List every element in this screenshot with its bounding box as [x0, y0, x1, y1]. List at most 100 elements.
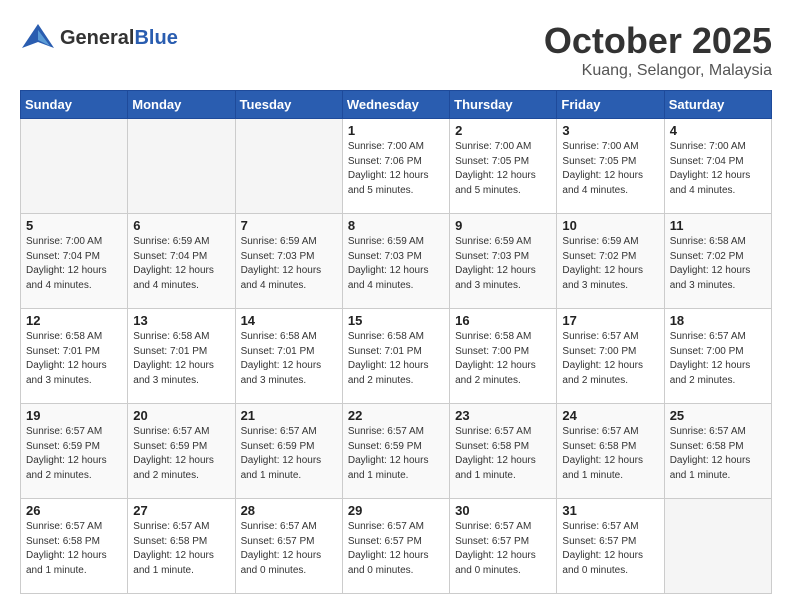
day-number: 5: [26, 218, 122, 233]
week-row-1: 1 Sunrise: 7:00 AMSunset: 7:06 PMDaylight…: [21, 119, 772, 214]
calendar-cell: [128, 119, 235, 214]
calendar-cell: 14Sunrise: 6:58 AMSunset: 7:01 PMDayligh…: [235, 309, 342, 404]
day-number: 1: [348, 123, 444, 138]
calendar-cell: 10Sunrise: 6:59 AMSunset: 7:02 PMDayligh…: [557, 214, 664, 309]
day-info: Sunrise: 6:57 AMSunset: 6:58 PMDaylight:…: [670, 425, 766, 483]
day-number: 6: [133, 218, 229, 233]
calendar: SundayMondayTuesdayWednesdayThursdayFrid…: [20, 90, 772, 594]
day-number: 28: [241, 503, 337, 518]
day-info: Sunrise: 6:59 AMSunset: 7:03 PMDaylight:…: [348, 235, 444, 293]
day-info: Sunrise: 6:57 AMSunset: 6:59 PMDaylight:…: [241, 425, 337, 483]
day-number: 26: [26, 503, 122, 518]
day-info: Sunrise: 7:00 AMSunset: 7:04 PMDaylight:…: [670, 140, 766, 198]
day-info: Sunrise: 6:58 AMSunset: 7:02 PMDaylight:…: [670, 235, 766, 293]
day-info: Sunrise: 7:00 AMSunset: 7:06 PMDaylight:…: [348, 140, 444, 198]
day-info: Sunrise: 6:57 AMSunset: 6:59 PMDaylight:…: [26, 425, 122, 483]
day-number: 12: [26, 313, 122, 328]
calendar-cell: 23Sunrise: 6:57 AMSunset: 6:58 PMDayligh…: [450, 404, 557, 499]
day-number: 29: [348, 503, 444, 518]
day-number: 4: [670, 123, 766, 138]
weekday-header-row: SundayMondayTuesdayWednesdayThursdayFrid…: [21, 91, 772, 119]
weekday-header-thursday: Thursday: [450, 91, 557, 119]
month-title: October 2025: [544, 20, 772, 62]
calendar-cell: 30 Sunrise: 6:57 AMSunset: 6:57 PMDayligh…: [450, 499, 557, 594]
day-number: 30: [455, 503, 551, 518]
logo-blue: Blue: [134, 27, 177, 49]
weekday-header-wednesday: Wednesday: [342, 91, 449, 119]
calendar-cell: 25 Sunrise: 6:57 AMSunset: 6:58 PMDayligh…: [664, 404, 771, 499]
logo-text: GeneralBlue: [60, 27, 178, 49]
weekday-header-sunday: Sunday: [21, 91, 128, 119]
day-info: Sunrise: 6:57 AMSunset: 7:00 PMDaylight:…: [562, 330, 658, 388]
day-number: 25: [670, 408, 766, 423]
day-info: Sunrise: 6:57 AMSunset: 6:58 PMDaylight:…: [133, 520, 229, 578]
day-info: Sunrise: 6:57 AMSunset: 6:59 PMDaylight:…: [133, 425, 229, 483]
calendar-cell: 1 Sunrise: 7:00 AMSunset: 7:06 PMDaylight…: [342, 119, 449, 214]
calendar-cell: 2 Sunrise: 7:00 AMSunset: 7:05 PMDaylight…: [450, 119, 557, 214]
day-number: 19: [26, 408, 122, 423]
calendar-cell: 22Sunrise: 6:57 AMSunset: 6:59 PMDayligh…: [342, 404, 449, 499]
calendar-cell: 29 Sunrise: 6:57 AMSunset: 6:57 PMDayligh…: [342, 499, 449, 594]
day-info: Sunrise: 6:57 AMSunset: 6:57 PMDaylight:…: [241, 520, 337, 578]
calendar-cell: 20Sunrise: 6:57 AMSunset: 6:59 PMDayligh…: [128, 404, 235, 499]
calendar-cell: 11 Sunrise: 6:58 AMSunset: 7:02 PMDayligh…: [664, 214, 771, 309]
calendar-cell: 13Sunrise: 6:58 AMSunset: 7:01 PMDayligh…: [128, 309, 235, 404]
calendar-cell: 7 Sunrise: 6:59 AMSunset: 7:03 PMDaylight…: [235, 214, 342, 309]
logo: GeneralBlue: [20, 20, 178, 56]
location-title: Kuang, Selangor, Malaysia: [544, 62, 772, 80]
day-number: 18: [670, 313, 766, 328]
day-number: 8: [348, 218, 444, 233]
weekday-header-monday: Monday: [128, 91, 235, 119]
day-number: 27: [133, 503, 229, 518]
day-number: 2: [455, 123, 551, 138]
calendar-cell: 21Sunrise: 6:57 AMSunset: 6:59 PMDayligh…: [235, 404, 342, 499]
day-number: 24: [562, 408, 658, 423]
calendar-cell: 3 Sunrise: 7:00 AMSunset: 7:05 PMDaylight…: [557, 119, 664, 214]
day-info: Sunrise: 6:57 AMSunset: 6:57 PMDaylight:…: [348, 520, 444, 578]
logo-icon: [20, 20, 56, 56]
day-info: Sunrise: 6:57 AMSunset: 6:58 PMDaylight:…: [26, 520, 122, 578]
calendar-cell: 24Sunrise: 6:57 AMSunset: 6:58 PMDayligh…: [557, 404, 664, 499]
calendar-cell: 8 Sunrise: 6:59 AMSunset: 7:03 PMDaylight…: [342, 214, 449, 309]
calendar-cell: [235, 119, 342, 214]
day-info: Sunrise: 7:00 AMSunset: 7:05 PMDaylight:…: [562, 140, 658, 198]
day-info: Sunrise: 7:00 AMSunset: 7:05 PMDaylight:…: [455, 140, 551, 198]
calendar-cell: 27 Sunrise: 6:57 AMSunset: 6:58 PMDayligh…: [128, 499, 235, 594]
day-info: Sunrise: 6:59 AMSunset: 7:02 PMDaylight:…: [562, 235, 658, 293]
calendar-cell: 16 Sunrise: 6:58 AMSunset: 7:00 PMDayligh…: [450, 309, 557, 404]
weekday-header-saturday: Saturday: [664, 91, 771, 119]
calendar-cell: 18Sunrise: 6:57 AMSunset: 7:00 PMDayligh…: [664, 309, 771, 404]
day-number: 31: [562, 503, 658, 518]
calendar-cell: 31Sunrise: 6:57 AMSunset: 6:57 PMDayligh…: [557, 499, 664, 594]
day-number: 9: [455, 218, 551, 233]
day-info: Sunrise: 6:58 AMSunset: 7:01 PMDaylight:…: [26, 330, 122, 388]
day-number: 13: [133, 313, 229, 328]
day-number: 16: [455, 313, 551, 328]
title-area: October 2025 Kuang, Selangor, Malaysia: [544, 20, 772, 80]
calendar-cell: 26 Sunrise: 6:57 AMSunset: 6:58 PMDayligh…: [21, 499, 128, 594]
logo-general: General: [60, 27, 134, 49]
week-row-2: 5 Sunrise: 7:00 AMSunset: 7:04 PMDaylight…: [21, 214, 772, 309]
calendar-cell: 4 Sunrise: 7:00 AMSunset: 7:04 PMDaylight…: [664, 119, 771, 214]
week-row-5: 26 Sunrise: 6:57 AMSunset: 6:58 PMDayligh…: [21, 499, 772, 594]
day-number: 7: [241, 218, 337, 233]
calendar-cell: 5 Sunrise: 7:00 AMSunset: 7:04 PMDaylight…: [21, 214, 128, 309]
calendar-cell: 15Sunrise: 6:58 AMSunset: 7:01 PMDayligh…: [342, 309, 449, 404]
weekday-header-friday: Friday: [557, 91, 664, 119]
calendar-cell: [664, 499, 771, 594]
day-info: Sunrise: 6:58 AMSunset: 7:00 PMDaylight:…: [455, 330, 551, 388]
day-info: Sunrise: 6:59 AMSunset: 7:03 PMDaylight:…: [241, 235, 337, 293]
day-number: 11: [670, 218, 766, 233]
day-number: 17: [562, 313, 658, 328]
calendar-cell: 9Sunrise: 6:59 AMSunset: 7:03 PMDaylight…: [450, 214, 557, 309]
day-info: Sunrise: 6:57 AMSunset: 6:57 PMDaylight:…: [455, 520, 551, 578]
calendar-cell: 28 Sunrise: 6:57 AMSunset: 6:57 PMDayligh…: [235, 499, 342, 594]
week-row-4: 19 Sunrise: 6:57 AMSunset: 6:59 PMDayligh…: [21, 404, 772, 499]
day-number: 3: [562, 123, 658, 138]
calendar-cell: [21, 119, 128, 214]
day-number: 15: [348, 313, 444, 328]
header: GeneralBlue October 2025 Kuang, Selangor…: [20, 20, 772, 80]
calendar-cell: 17 Sunrise: 6:57 AMSunset: 7:00 PMDayligh…: [557, 309, 664, 404]
day-info: Sunrise: 7:00 AMSunset: 7:04 PMDaylight:…: [26, 235, 122, 293]
calendar-cell: 19 Sunrise: 6:57 AMSunset: 6:59 PMDayligh…: [21, 404, 128, 499]
